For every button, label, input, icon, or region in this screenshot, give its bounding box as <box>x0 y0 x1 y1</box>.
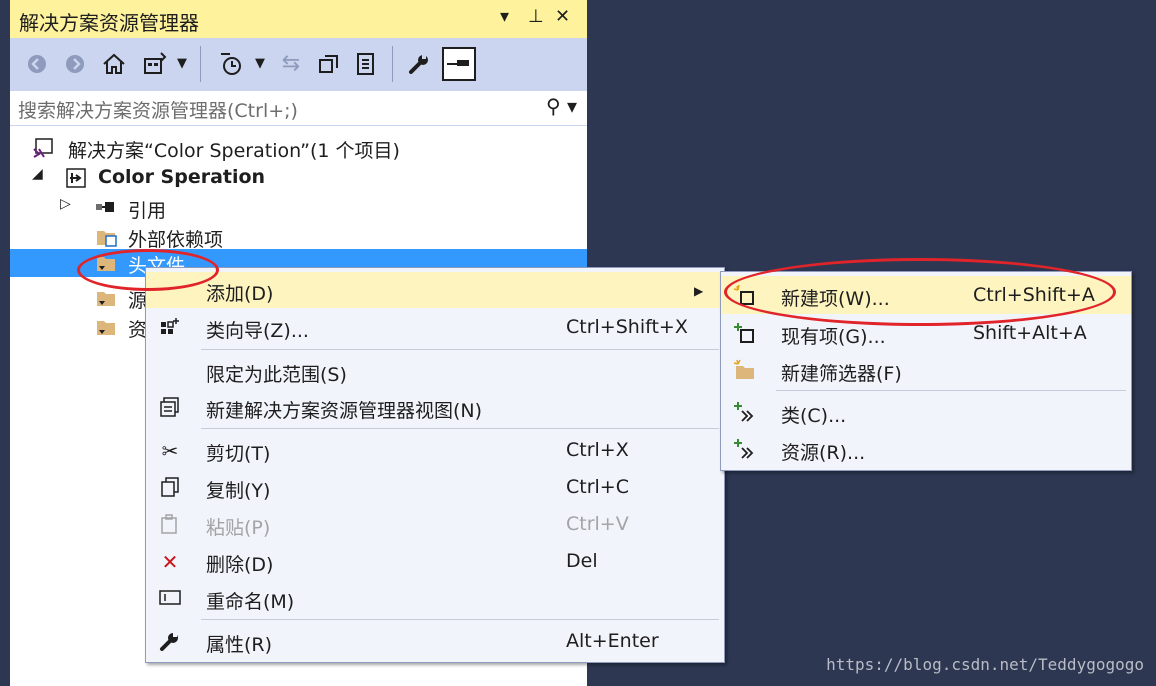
expand-arrow-icon[interactable]: ▷ <box>60 196 71 212</box>
menu-item-label: 限定为此范围(S) <box>206 364 347 386</box>
menu-item-shortcut: Ctrl+Shift+X <box>566 316 688 338</box>
filter-folder-icon <box>95 252 117 272</box>
copy-icon <box>157 476 183 500</box>
preview-selected-icon[interactable] <box>442 47 476 81</box>
menu-item-shortcut: Alt+Enter <box>566 630 659 652</box>
submenu-item-shortcut: Ctrl+Shift+A <box>973 284 1095 306</box>
search-input[interactable]: 搜索解决方案资源管理器(Ctrl+;) <box>18 96 298 123</box>
menu-item-delete[interactable]: ✕ 删除(D) Del <box>146 543 724 579</box>
solution-label: 解决方案“Color Speration”(1 个项目) <box>68 140 400 162</box>
panel-title: 解决方案资源管理器 <box>19 11 199 35</box>
add-submenu: 新建项(W)... Ctrl+Shift+A 现有项(G)... Shift+A… <box>720 271 1132 471</box>
menu-item-label: 复制(Y) <box>206 480 271 502</box>
submenu-item-new-item[interactable]: 新建项(W)... Ctrl+Shift+A <box>721 276 1131 314</box>
pending-changes-filter-icon[interactable] <box>215 48 249 80</box>
forward-icon[interactable] <box>60 48 90 80</box>
menu-item-paste[interactable]: 粘贴(P) Ctrl+V <box>146 506 724 542</box>
solution-icon <box>32 137 54 158</box>
menu-item-label: 重命名(M) <box>206 591 295 613</box>
menu-item-add[interactable]: 添加(D) ▶ <box>146 272 724 308</box>
submenu-item-class[interactable]: 类(C)... <box>721 393 1131 431</box>
submenu-item-existing-item[interactable]: 现有项(G)... Shift+Alt+A <box>721 314 1131 352</box>
search-box[interactable]: 搜索解决方案资源管理器(Ctrl+;) ⚲ ▾ <box>10 90 587 126</box>
menu-item-label: 添加(D) <box>206 283 274 305</box>
show-all-files-icon[interactable] <box>350 48 380 80</box>
tree-item-project[interactable]: ◢ Color Speration <box>10 163 587 193</box>
home-icon[interactable] <box>98 48 130 80</box>
submenu-item-label: 现有项(G)... <box>781 326 886 348</box>
external-deps-folder-icon <box>95 226 117 247</box>
menu-item-new-view[interactable]: 新建解决方案资源管理器视图(N) <box>146 389 724 425</box>
toolbar-separator <box>200 46 201 82</box>
menu-item-cut[interactable]: ✂ 剪切(T) Ctrl+X <box>146 432 724 468</box>
switch-views-icon[interactable] <box>138 48 172 80</box>
dropdown-icon[interactable]: ▼ <box>174 48 190 80</box>
menu-item-label: 属性(R) <box>206 634 273 656</box>
submenu-separator <box>776 390 1126 391</box>
menu-item-label: 类向导(Z)... <box>206 320 309 342</box>
cpp-project-icon <box>65 167 87 188</box>
properties-icon[interactable] <box>404 48 434 80</box>
rename-icon <box>157 587 183 611</box>
menu-separator <box>201 619 719 620</box>
panel-toolbar: ▼ ▼ ⇆ <box>10 38 587 90</box>
submenu-item-label: 新建项(W)... <box>781 288 890 310</box>
existing-item-icon <box>733 322 757 344</box>
window-position-dropdown-icon[interactable]: ▾ <box>500 6 509 27</box>
submenu-item-label: 类(C)... <box>781 405 847 427</box>
pin-icon[interactable]: ⊥ <box>528 6 544 27</box>
menu-separator <box>201 349 719 350</box>
add-resource-icon <box>733 438 757 460</box>
menu-item-label: 粘贴(P) <box>206 517 271 539</box>
references-icon <box>94 197 116 217</box>
sync-icon[interactable]: ⇆ <box>276 48 306 80</box>
menu-item-label: 剪切(T) <box>206 443 271 465</box>
menu-item-scope-to-this[interactable]: 限定为此范围(S) <box>146 353 724 389</box>
menu-item-label: 删除(D) <box>206 554 274 576</box>
menu-item-shortcut: Ctrl+C <box>566 476 629 498</box>
delete-icon: ✕ <box>161 550 179 574</box>
class-wizard-icon <box>157 316 183 340</box>
tree-item-solution[interactable]: 解决方案“Color Speration”(1 个项目) <box>10 133 587 163</box>
tree-item-external-deps[interactable]: 外部依赖项 <box>10 222 587 252</box>
new-filter-icon <box>733 359 757 381</box>
dropdown-icon[interactable]: ▼ <box>252 48 268 80</box>
menu-item-shortcut: Ctrl+X <box>566 439 629 461</box>
paste-icon <box>157 513 183 537</box>
toolbar-separator <box>392 46 393 82</box>
menu-item-copy[interactable]: 复制(Y) Ctrl+C <box>146 469 724 505</box>
project-label: Color Speration <box>98 166 266 188</box>
search-icon[interactable]: ⚲ ▾ <box>546 94 577 118</box>
menu-item-properties[interactable]: 属性(R) Alt+Enter <box>146 623 724 659</box>
cut-icon: ✂ <box>161 439 179 463</box>
menu-item-shortcut: Del <box>566 550 598 572</box>
back-icon[interactable] <box>22 48 52 80</box>
filter-folder-icon <box>95 316 117 336</box>
menu-separator <box>201 428 719 429</box>
menu-item-class-wizard[interactable]: 类向导(Z)... Ctrl+Shift+X <box>146 309 724 345</box>
submenu-item-shortcut: Shift+Alt+A <box>973 322 1087 344</box>
filter-folder-icon <box>95 287 117 307</box>
collapse-all-icon[interactable] <box>314 48 344 80</box>
submenu-item-label: 新建筛选器(F) <box>781 363 902 385</box>
collapse-arrow-icon[interactable]: ◢ <box>32 166 43 182</box>
close-icon[interactable]: ✕ <box>555 6 570 27</box>
watermark: https://blog.csdn.net/Teddygogogo <box>826 655 1144 674</box>
add-class-icon <box>733 401 757 423</box>
submenu-item-label: 资源(R)... <box>781 442 866 464</box>
context-menu: 添加(D) ▶ 类向导(Z)... Ctrl+Shift+X 限定为此范围(S)… <box>145 267 725 663</box>
panel-titlebar: 解决方案资源管理器 ▾ ⊥ ✕ <box>10 0 587 38</box>
menu-item-label: 新建解决方案资源管理器视图(N) <box>206 400 483 422</box>
submenu-item-new-filter[interactable]: 新建筛选器(F) <box>721 351 1131 389</box>
menu-item-shortcut: Ctrl+V <box>566 513 629 535</box>
submenu-arrow-icon: ▶ <box>694 284 704 298</box>
submenu-item-resource[interactable]: 资源(R)... <box>721 430 1131 468</box>
tree-item-references[interactable]: ▷ 引用 <box>10 193 587 223</box>
new-item-icon <box>733 284 757 306</box>
menu-item-rename[interactable]: 重命名(M) <box>146 580 724 616</box>
wrench-icon <box>157 630 183 654</box>
references-label: 引用 <box>128 200 167 222</box>
new-view-icon <box>157 396 183 420</box>
external-deps-label: 外部依赖项 <box>128 229 224 251</box>
